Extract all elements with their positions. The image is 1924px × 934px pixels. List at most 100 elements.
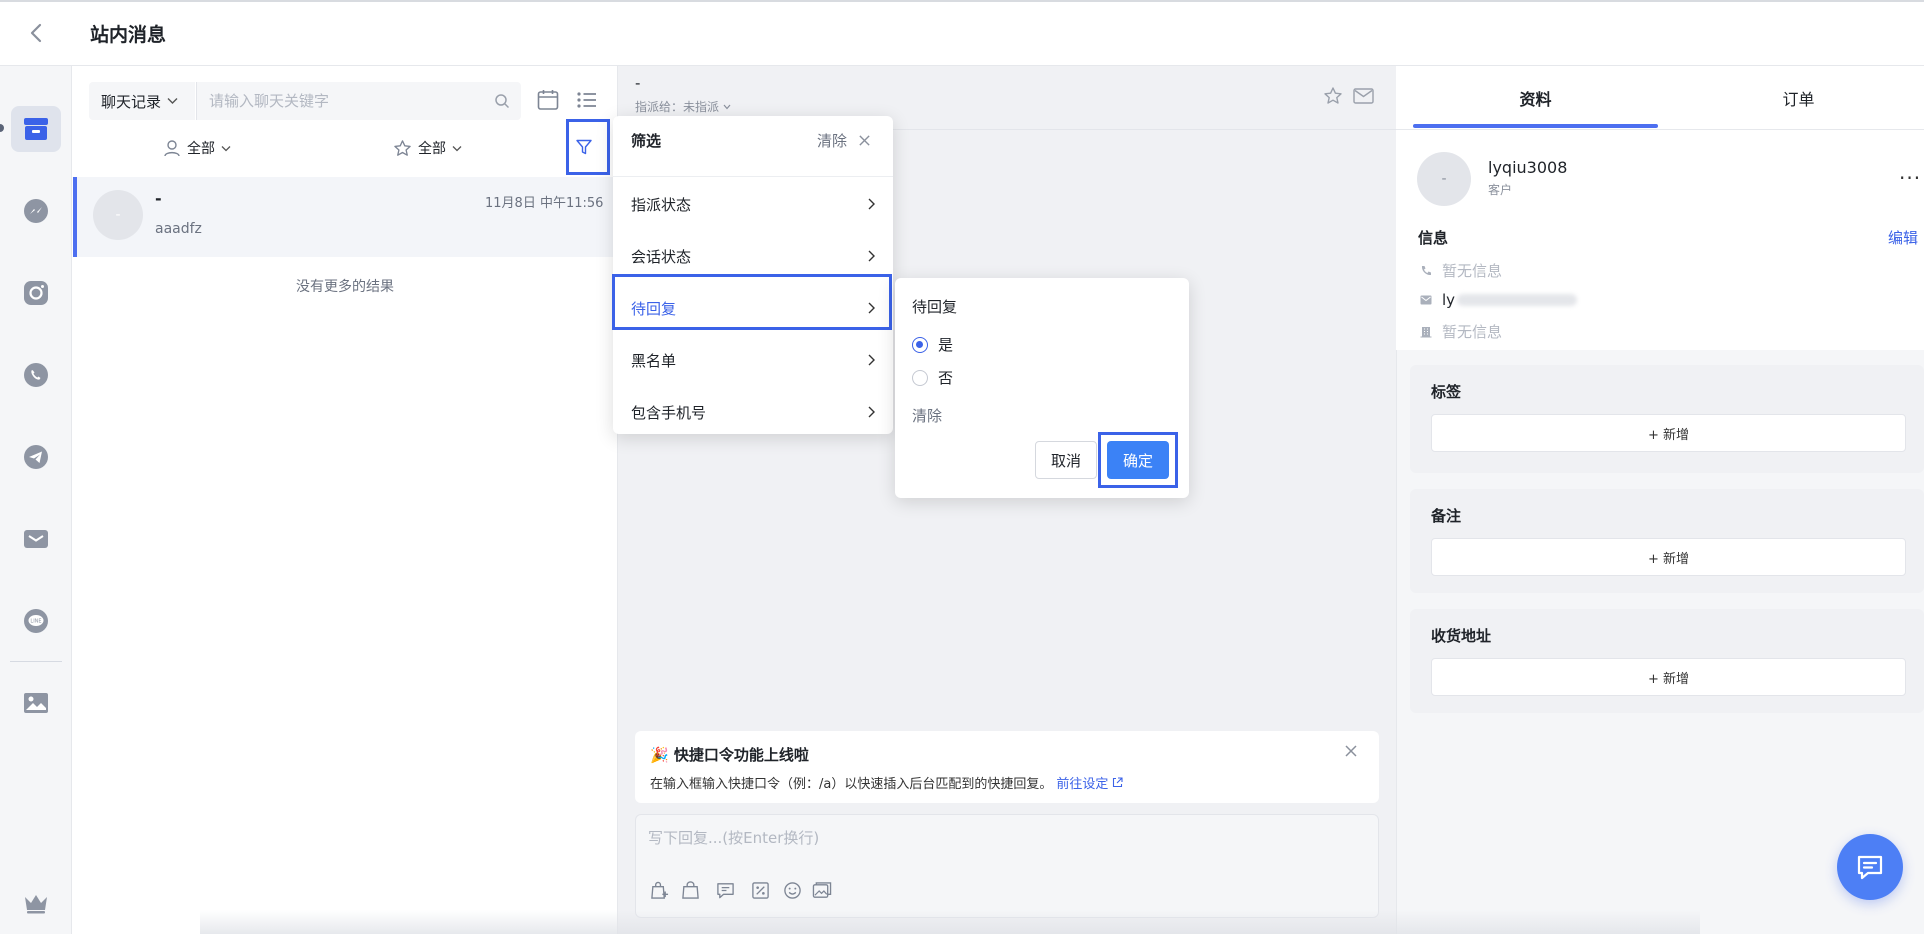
add-note-button[interactable]: + 新增 <box>1431 538 1906 576</box>
phone-icon <box>1421 265 1431 275</box>
cancel-button[interactable]: 取消 <box>1035 441 1097 479</box>
filter-item-has-phone[interactable]: 包含手机号 <box>613 386 893 438</box>
image-icon <box>24 693 48 713</box>
chat-icon <box>1857 855 1883 880</box>
list-view-button[interactable] <box>575 88 599 112</box>
star-icon[interactable] <box>1323 86 1343 106</box>
mail-icon[interactable] <box>1353 87 1374 105</box>
rail-item-line[interactable]: LINE <box>11 598 61 644</box>
chevron-right-icon <box>868 198 875 210</box>
rail-item-gallery[interactable] <box>11 680 61 726</box>
image-button[interactable] <box>811 879 833 901</box>
section-title: 收货地址 <box>1431 627 1492 645</box>
notice-body: 在输入框输入快捷口令（例：/a）以快速插入后台匹配到的快捷回复。 <box>650 777 1053 792</box>
order-button[interactable] <box>679 879 701 901</box>
close-icon[interactable] <box>1344 744 1358 758</box>
edit-button[interactable]: 编辑 <box>1888 227 1918 248</box>
more-options-icon[interactable]: ··· <box>1899 166 1921 190</box>
section-title: 标签 <box>1431 383 1462 401</box>
star-filter[interactable]: 全部 <box>393 138 462 158</box>
search-box <box>196 82 521 120</box>
emoji-button[interactable] <box>781 879 803 901</box>
add-address-button[interactable]: + 新增 <box>1431 658 1906 696</box>
assign-label: 指派给：未指派 <box>635 100 720 114</box>
customer-tabs: 资料 订单 <box>1396 66 1924 130</box>
message-icon <box>716 882 734 898</box>
radio-yes[interactable]: 是 <box>912 334 953 355</box>
star-filter-label: 全部 <box>418 141 446 157</box>
chevron-right-icon <box>868 354 875 366</box>
rail-item-vip[interactable] <box>11 880 61 926</box>
radio-button[interactable] <box>912 369 928 386</box>
chevron-down-icon <box>452 145 462 151</box>
rail-item-email[interactable] <box>11 516 61 562</box>
confirm-button-highlight <box>1098 432 1178 488</box>
customer-role: 客户 <box>1488 183 1513 197</box>
line-icon: LINE <box>24 609 48 633</box>
rail-item-whatsapp[interactable] <box>11 352 61 398</box>
svg-text:LINE: LINE <box>30 619 41 625</box>
filter-item-label: 会话状态 <box>631 247 692 266</box>
assign-dropdown[interactable]: 指派给：未指派 <box>635 98 731 115</box>
chevron-down-icon <box>221 145 231 151</box>
reply-input[interactable] <box>648 825 1348 851</box>
close-icon[interactable] <box>858 134 871 147</box>
active-tab-indicator <box>1413 124 1658 128</box>
popover-clear-button[interactable]: 清除 <box>912 405 942 426</box>
search-icon[interactable] <box>494 93 510 109</box>
rail-item-instagram[interactable] <box>11 270 61 316</box>
search-scope-select[interactable]: 聊天记录 <box>89 82 195 120</box>
search-input[interactable] <box>209 82 489 120</box>
support-chat-button[interactable] <box>1837 834 1903 900</box>
image-icon <box>812 881 832 898</box>
chevron-left-icon <box>30 23 42 43</box>
rail-item-messenger[interactable] <box>11 188 61 234</box>
quick-reply-button[interactable] <box>714 879 736 901</box>
discount-button[interactable] <box>749 879 771 901</box>
add-tag-button[interactable]: + 新增 <box>1431 414 1906 452</box>
filter-item-label: 黑名单 <box>631 351 677 370</box>
calendar-button[interactable] <box>536 88 560 112</box>
feature-notice: 🎉 快捷口令功能上线啦 在输入框输入快捷口令（例：/a）以快速插入后台匹配到的快… <box>635 731 1379 803</box>
assignee-filter-label: 全部 <box>187 141 215 157</box>
radio-no[interactable]: 否 <box>912 367 953 388</box>
chevron-right-icon <box>868 406 875 418</box>
store-icon <box>24 118 48 140</box>
reply-box <box>635 814 1379 918</box>
filter-clear-button[interactable]: 清除 <box>817 130 847 151</box>
external-link-icon <box>1113 777 1123 788</box>
notice-link[interactable]: 前往设定 <box>1056 773 1108 792</box>
product-button[interactable] <box>648 879 670 901</box>
building-icon <box>1420 326 1432 337</box>
conversation-preview: aaadfz <box>155 221 202 237</box>
address-value: 暂无信息 <box>1442 323 1503 341</box>
chevron-right-icon <box>868 250 875 262</box>
customer-avatar: - <box>1417 152 1471 206</box>
discount-icon <box>751 881 769 899</box>
divider <box>613 176 893 177</box>
shopping-bag-icon <box>681 880 699 899</box>
conversation-time: 11月8日 中午11:56 <box>485 196 604 211</box>
avatar: - <box>93 190 143 240</box>
page-title: 站内消息 <box>90 24 167 46</box>
chevron-down-icon <box>167 98 178 104</box>
rail-item-telegram[interactable] <box>11 434 61 480</box>
filter-item-blacklist[interactable]: 黑名单 <box>613 334 893 386</box>
filter-item-label: 指派状态 <box>631 195 692 214</box>
no-more-results: 没有更多的结果 <box>296 279 394 295</box>
star-icon <box>394 139 411 156</box>
filter-item-assign-status[interactable]: 指派状态 <box>613 178 893 230</box>
assignee-filter[interactable]: 全部 <box>163 138 231 158</box>
chevron-down-icon <box>723 104 731 109</box>
rail-item-store[interactable] <box>11 106 61 152</box>
messenger-icon <box>24 199 48 223</box>
instagram-icon <box>24 281 48 305</box>
section-title: 备注 <box>1431 507 1462 525</box>
email-row: ly <box>1420 291 1578 309</box>
back-button[interactable] <box>0 0 72 66</box>
tab-orders[interactable]: 订单 <box>1676 66 1921 130</box>
tab-profile[interactable]: 资料 <box>1413 66 1658 130</box>
conversation-item[interactable]: - - 11月8日 中午11:56 aaadfz <box>73 177 618 257</box>
radio-button[interactable] <box>912 336 928 353</box>
mail-icon <box>24 530 48 548</box>
